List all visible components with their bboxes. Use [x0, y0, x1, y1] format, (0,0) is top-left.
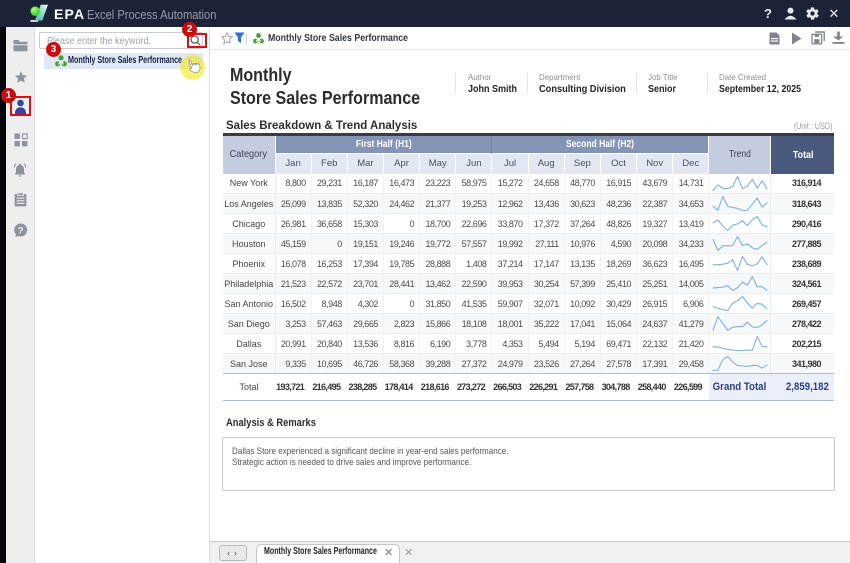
svg-text:?: ? [18, 225, 24, 236]
